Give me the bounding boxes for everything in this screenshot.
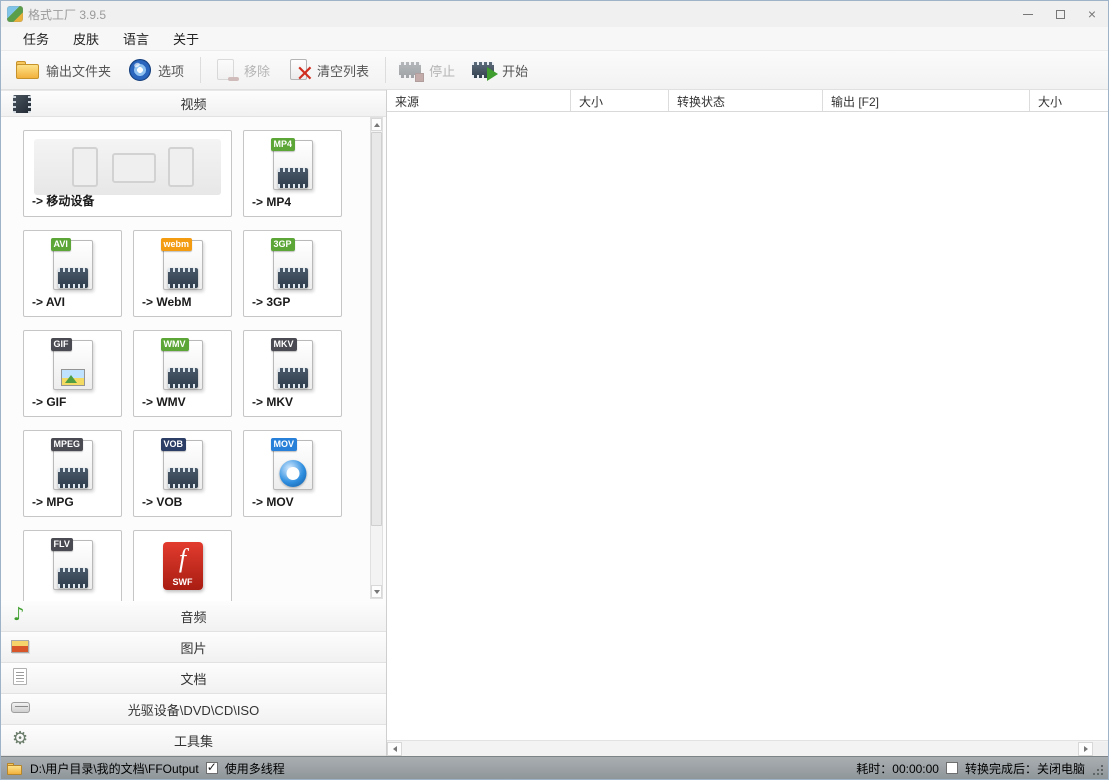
horizontal-scrollbar[interactable] [387,740,1108,756]
webm-icon: webm [159,240,207,296]
column-convert-state[interactable]: 转换状态 [669,90,823,111]
remove-icon [213,58,239,82]
maximize-button[interactable] [1044,1,1076,27]
column-source[interactable]: 来源 [387,90,571,111]
scrollbar-corner [1093,742,1108,756]
3gp-icon: 3GP [269,240,317,296]
minimize-button[interactable] [1012,1,1044,27]
output-path[interactable]: D:\用户目录\我的文档\FFOutput [30,760,199,777]
task-list-panel: 来源 大小 转换状态 输出 [F2] 大小 [387,90,1108,756]
format-button-mpg[interactable]: MPEG -> MPG [23,430,122,517]
sidebar-section-picture[interactable]: 图片 [1,632,386,663]
format-button-avi[interactable]: AVI -> AVI [23,230,122,317]
shutdown-label: 转换完成后：关闭电脑 [965,760,1085,777]
scroll-right-arrow[interactable] [1078,742,1093,756]
app-icon [7,6,23,22]
format-panel-scrollbar[interactable] [370,117,383,599]
format-button-gif[interactable]: GIF -> GIF [23,330,122,417]
format-button-vob[interactable]: VOB -> VOB [133,430,232,517]
elapsed-time: 耗时：00:00:00 [856,760,939,777]
status-bar: D:\用户目录\我的文档\FFOutput 使用多线程 耗时：00:00:00 … [1,756,1108,779]
format-button-swf[interactable]: SWF [133,530,232,601]
gif-icon: GIF [49,340,97,396]
mov-icon: MOV [269,440,317,496]
minimize-icon [1023,14,1033,15]
toolbar-separator [200,57,201,83]
format-button-mkv[interactable]: MKV -> MKV [243,330,342,417]
scroll-left-arrow[interactable] [387,742,402,756]
format-button-mp4[interactable]: MP4 -> MP4 [243,130,342,217]
avi-icon: AVI [49,240,97,296]
remove-button[interactable]: 移除 [207,54,280,86]
main-area: 视频 -> 移动设备 MP4 -> MP4 [1,90,1108,756]
maximize-icon [1056,10,1065,19]
multithread-checkbox[interactable] [206,762,218,774]
output-folder-icon [15,58,41,82]
options-disc-icon [127,58,153,82]
format-button-webm[interactable]: webm -> WebM [133,230,232,317]
queue-table-header: 来源 大小 转换状态 输出 [F2] 大小 [387,90,1108,112]
menu-tasks[interactable]: 任务 [13,27,59,50]
mobile-devices-icon [34,139,221,195]
sidebar-section-rom-device[interactable]: 光驱设备\DVD\CD\ISO [1,694,386,725]
format-factory-window: 格式工厂 3.9.5 × 任务 皮肤 语言 关于 输出文件夹 选项 移除 ✕ 清… [0,0,1109,780]
output-path-folder-icon[interactable] [7,762,23,775]
toolbar: 输出文件夹 选项 移除 ✕ 清空列表 停止 开始 [1,51,1108,90]
format-sidebar: 视频 -> 移动设备 MP4 -> MP4 [1,90,387,756]
format-button-wmv[interactable]: WMV -> WMV [133,330,232,417]
close-button[interactable]: × [1076,1,1108,27]
output-folder-button[interactable]: 输出文件夹 [9,54,121,86]
video-format-grid: -> 移动设备 MP4 -> MP4 AVI [1,117,386,601]
mpg-icon: MPEG [49,440,97,496]
flv-icon: FLV [49,540,97,596]
status-bar-right: 耗时：00:00:00 转换完成后：关闭电脑 [856,760,1104,777]
sidebar-section-audio[interactable]: 音频 [1,601,386,632]
menu-language[interactable]: 语言 [113,27,159,50]
clear-list-button[interactable]: ✕ 清空列表 [280,54,379,86]
stop-button[interactable]: 停止 [392,54,465,86]
format-button-mov[interactable]: MOV -> MOV [243,430,342,517]
multithread-label: 使用多线程 [225,760,285,777]
menu-bar: 任务 皮肤 语言 关于 [1,27,1108,51]
menu-about[interactable]: 关于 [163,27,209,50]
clear-list-icon: ✕ [286,58,312,82]
queue-table-body[interactable] [387,112,1108,740]
video-format-panel: -> 移动设备 MP4 -> MP4 AVI [1,117,386,601]
window-title: 格式工厂 3.9.5 [28,6,106,23]
title-bar: 格式工厂 3.9.5 × [1,1,1108,27]
swf-icon: SWF [159,540,207,596]
scroll-up-arrow[interactable] [371,118,382,131]
scrollbar-track[interactable] [402,742,1078,756]
column-output[interactable]: 输出 [F2] [823,90,1030,111]
sidebar-section-toolset[interactable]: 工具集 [1,725,386,756]
stop-icon [398,58,424,82]
sidebar-section-document[interactable]: 文档 [1,663,386,694]
format-button-flv[interactable]: FLV [23,530,122,601]
window-controls: × [1012,1,1108,27]
scroll-down-arrow[interactable] [371,585,382,598]
scrollbar-thumb[interactable] [371,132,382,526]
format-button-mobile-device[interactable]: -> 移动设备 [23,130,232,217]
sidebar-section-video[interactable]: 视频 [1,90,386,117]
mkv-icon: MKV [269,340,317,396]
shutdown-checkbox[interactable] [946,762,958,774]
vob-icon: VOB [159,440,207,496]
options-button[interactable]: 选项 [121,54,194,86]
wmv-icon: WMV [159,340,207,396]
menu-skin[interactable]: 皮肤 [63,27,109,50]
column-size-2[interactable]: 大小 [1030,90,1108,111]
toolbar-separator [385,57,386,83]
start-button[interactable]: 开始 [465,54,538,86]
mp4-icon: MP4 [269,140,317,196]
format-button-3gp[interactable]: 3GP -> 3GP [243,230,342,317]
resize-grip[interactable] [1092,765,1104,777]
close-icon: × [1088,7,1096,21]
start-icon [471,58,497,82]
column-size[interactable]: 大小 [571,90,669,111]
